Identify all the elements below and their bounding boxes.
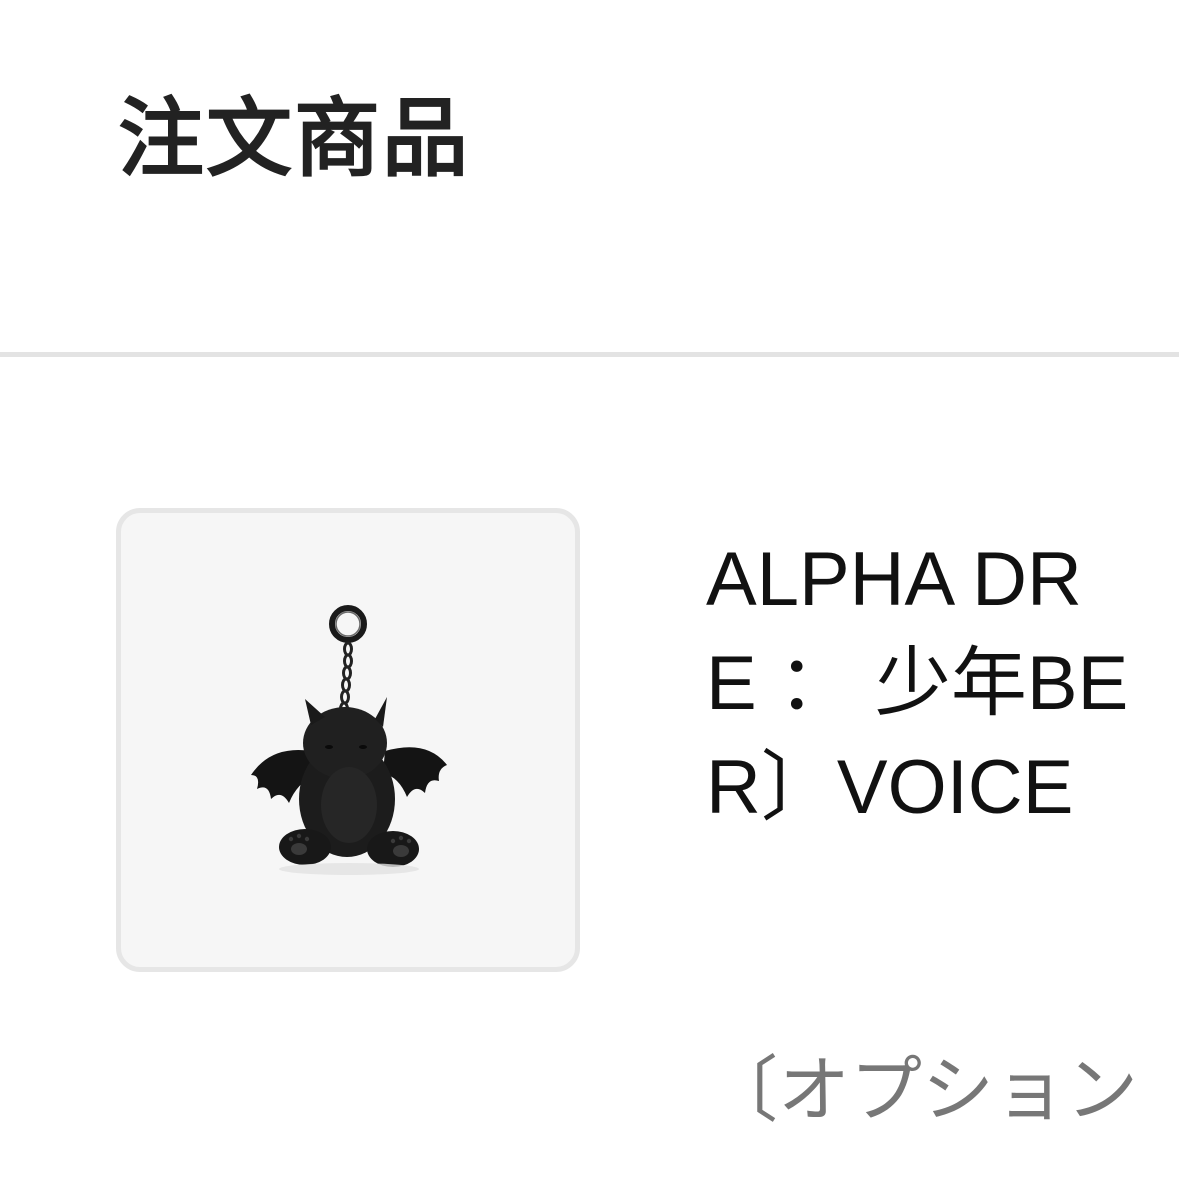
dragon-plush-keychain-icon xyxy=(251,605,447,875)
product-name-line: R〕VOICE xyxy=(706,745,1074,830)
product-option-label: 〔オプション xyxy=(706,1048,1139,1132)
section-title: 注文商品 xyxy=(118,89,470,189)
order-items-page: 注文商品 ALPHA DR E ： 少年BE R〕VOICE 〔オプション xyxy=(0,0,1179,1185)
product-thumbnail[interactable] xyxy=(116,508,580,972)
product-name-line: E ： 少年BE xyxy=(706,641,1129,726)
section-divider xyxy=(0,352,1179,357)
product-name-line: ALPHA DR xyxy=(706,537,1082,622)
product-name-link[interactable]: ALPHA DR E ： 少年BE R〕VOICE xyxy=(706,528,1179,840)
